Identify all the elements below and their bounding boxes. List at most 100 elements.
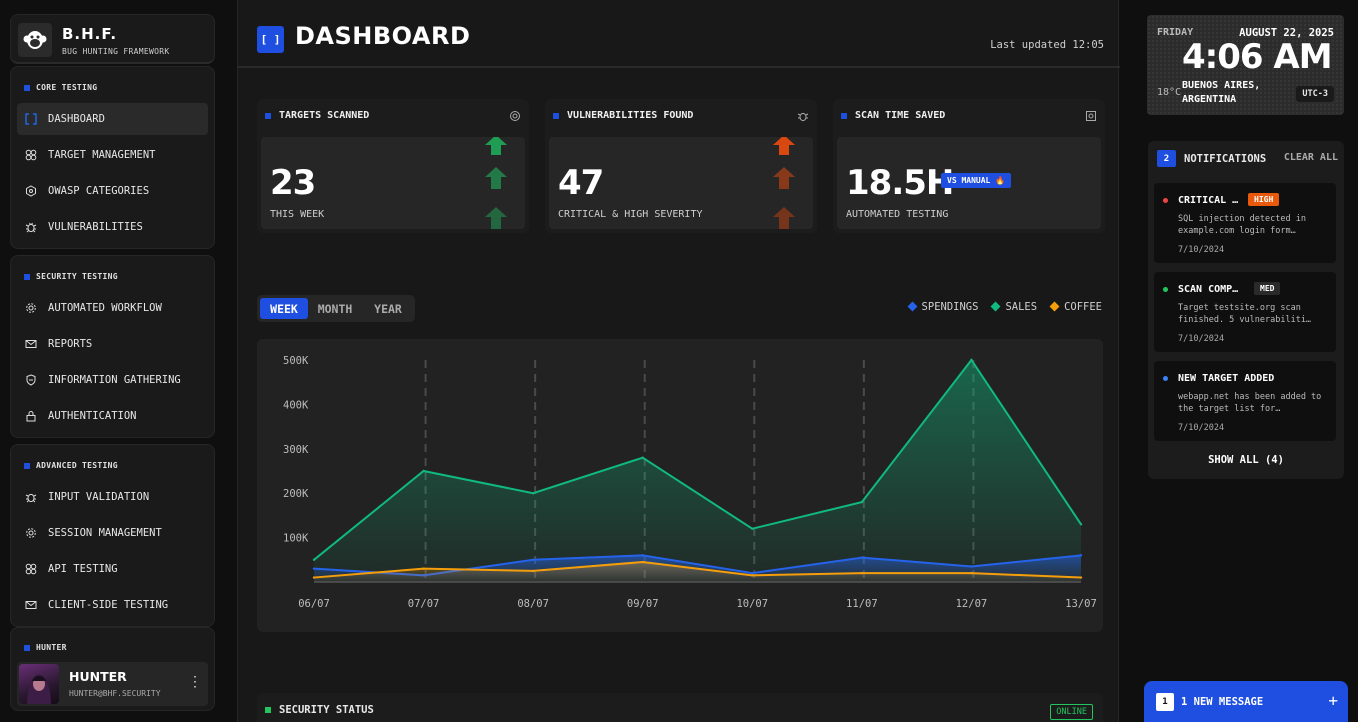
bug-icon[interactable]: [797, 110, 809, 122]
sidebar-item-authentication[interactable]: AUTHENTICATION: [17, 400, 208, 432]
card-value: 47: [558, 163, 604, 203]
y-tick-label: 500K: [283, 355, 309, 367]
severity-badge: HIGH: [1248, 193, 1280, 206]
data-point-spendings: [860, 556, 864, 559]
stat-card-scan-time: SCAN TIME SAVED 18.5H VS MANUAL 🔥 AUTOMA…: [833, 99, 1105, 233]
sidebar-item-target-management[interactable]: TARGET MANAGEMENT: [17, 139, 208, 171]
card-body: 23 THIS WEEK: [261, 137, 525, 229]
clock-icon[interactable]: [1085, 110, 1097, 122]
data-point-coffee: [641, 560, 644, 564]
status-badge: ONLINE: [1050, 704, 1093, 720]
user-email: HUNTER@BHF.SECURITY: [69, 689, 161, 698]
plus-icon[interactable]: +: [1328, 691, 1338, 710]
last-updated: Last updated 12:05: [990, 39, 1104, 51]
legend-item-coffee[interactable]: COFFEE: [1049, 301, 1102, 313]
target-icon: [24, 148, 38, 162]
shield-icon: [24, 373, 38, 387]
sidebar: B.H.F. BUG HUNTING FRAMEWORK CORE TESTIN…: [0, 0, 226, 722]
target-icon: [24, 562, 38, 576]
sales-chart: 500K 400K 300K 200K 100K 06/07 07/07 08/07 09/07…: [257, 339, 1103, 632]
brand-title: B.H.F.: [62, 25, 118, 43]
user-profile[interactable]: HUNTER HUNTER@BHF.SECURITY ⋮: [17, 662, 208, 706]
legend-item-spendings[interactable]: SPENDINGS: [907, 301, 978, 313]
clock-widget: FRIDAY AUGUST 22, 2025 4:06 AM 18°C BUEN…: [1147, 15, 1344, 115]
nav-section-security: SECURITY TESTING AUTOMATED WORKFLOW REPO…: [10, 255, 215, 438]
notification-body: webapp.net has been added to the target …: [1178, 392, 1322, 414]
card-body: 18.5H VS MANUAL 🔥 AUTOMATED TESTING: [837, 137, 1101, 229]
severity-dot: [1163, 198, 1168, 203]
notification-item[interactable]: NEW TARGET ADDED webapp.net has been add…: [1154, 361, 1336, 441]
sidebar-item-reports[interactable]: REPORTS: [17, 328, 208, 360]
stat-card-vulnerabilities: VULNERABILITIES FOUND 47 CRITICAL & HIGH…: [545, 99, 817, 233]
notification-item[interactable]: SCAN COMP… MED Target testsite.org scan …: [1154, 272, 1336, 352]
data-point-coffee: [422, 567, 425, 570]
show-all-button[interactable]: SHOW ALL (4): [1148, 454, 1344, 466]
notification-count-badge: 2: [1157, 150, 1176, 167]
data-point-sales: [970, 358, 973, 362]
card-title: TARGETS SCANNED: [265, 110, 369, 121]
sidebar-item-session-management[interactable]: SESSION MANAGEMENT: [17, 517, 208, 549]
x-tick-label: 08/07: [517, 598, 549, 610]
y-tick-label: 400K: [283, 399, 309, 411]
security-status-panel: SECURITY STATUS ONLINE: [257, 693, 1103, 722]
clock-location: BUENOS AIRES, ARGENTINA: [1182, 80, 1261, 105]
notification-item[interactable]: CRITICAL … HIGH SQL injection detected i…: [1154, 183, 1336, 263]
bug-icon: [24, 490, 38, 504]
sidebar-item-owasp[interactable]: OWASP CATEGORIES: [17, 175, 208, 207]
page-header: [ ] DASHBOARD Last updated 12:05: [238, 0, 1120, 68]
stat-card-targets: TARGETS SCANNED 23 THIS WEEK: [257, 99, 529, 233]
mail-icon: [24, 598, 38, 612]
security-status-title: SECURITY STATUS: [265, 704, 374, 716]
x-tick-label: 06/07: [298, 598, 330, 610]
section-title-security: SECURITY TESTING: [24, 272, 118, 281]
notification-title: CRITICAL …: [1178, 195, 1239, 206]
sidebar-item-input-validation[interactable]: INPUT VALIDATION: [17, 481, 208, 513]
sidebar-item-information-gathering[interactable]: INFORMATION GATHERING: [17, 364, 208, 396]
tab-year[interactable]: YEAR: [363, 298, 413, 319]
sidebar-item-api-testing[interactable]: API TESTING: [17, 553, 208, 585]
target-icon[interactable]: [509, 110, 521, 122]
section-title-hunter: HUNTER: [24, 643, 67, 652]
hexagon-icon: [24, 184, 38, 198]
clear-all-button[interactable]: CLEAR ALL: [1284, 152, 1338, 163]
data-point-spendings: [641, 554, 644, 557]
bug-icon: [24, 220, 38, 234]
chart-svg: 500K 400K 300K 200K 100K 06/07 07/07 08/07 09/07…: [283, 355, 1097, 610]
notification-body: SQL injection detected in example.com lo…: [1178, 214, 1306, 236]
card-body: 47 CRITICAL & HIGH SEVERITY: [549, 137, 813, 229]
data-point-coffee: [531, 569, 535, 573]
data-point-sales: [531, 492, 535, 495]
nav-section-advanced: ADVANCED TESTING INPUT VALIDATION SESSIO…: [10, 444, 215, 627]
data-point-spendings: [970, 565, 973, 568]
data-point-coffee: [751, 574, 754, 577]
user-name: HUNTER: [69, 669, 127, 684]
period-tabs: WEEK MONTH YEAR: [257, 295, 415, 322]
tab-month[interactable]: MONTH: [310, 298, 360, 319]
x-tick-label: 10/07: [736, 598, 768, 610]
notification-title: NEW TARGET ADDED: [1178, 373, 1275, 384]
y-tick-label: 100K: [283, 533, 309, 545]
tab-week[interactable]: WEEK: [260, 298, 308, 319]
trend-up-arrows-icon: [773, 137, 795, 229]
notification-date: 7/10/2024: [1178, 245, 1225, 255]
sidebar-item-client-side-testing[interactable]: CLIENT-SIDE TESTING: [17, 589, 208, 621]
series-area-sales: [314, 360, 1081, 582]
nav-section-core: CORE TESTING DASHBOARD TARGET MANAGEMENT…: [10, 66, 215, 249]
new-message-bar[interactable]: 1 1 NEW MESSAGE +: [1144, 681, 1348, 722]
card-label: THIS WEEK: [270, 209, 325, 220]
gear-icon: [24, 526, 38, 540]
user-panel: HUNTER HUNTER HUNTER@BHF.SECURITY ⋮: [10, 627, 215, 711]
data-point-coffee: [860, 571, 864, 575]
data-point-sales: [860, 500, 864, 504]
card-value: 23: [270, 163, 316, 203]
data-point-coffee: [970, 571, 973, 575]
more-menu-icon[interactable]: ⋮: [188, 674, 202, 690]
sidebar-item-vulnerabilities[interactable]: VULNERABILITIES: [17, 211, 208, 243]
vs-manual-badge: VS MANUAL 🔥: [941, 173, 1012, 188]
gear-icon: [24, 301, 38, 315]
sidebar-item-dashboard[interactable]: DASHBOARD: [17, 103, 208, 135]
legend-item-sales[interactable]: SALES: [991, 301, 1037, 313]
sidebar-item-automated-workflow[interactable]: AUTOMATED WORKFLOW: [17, 292, 208, 324]
card-title: SCAN TIME SAVED: [841, 110, 945, 121]
notification-body: Target testsite.org scan finished. 5 vul…: [1178, 303, 1312, 325]
